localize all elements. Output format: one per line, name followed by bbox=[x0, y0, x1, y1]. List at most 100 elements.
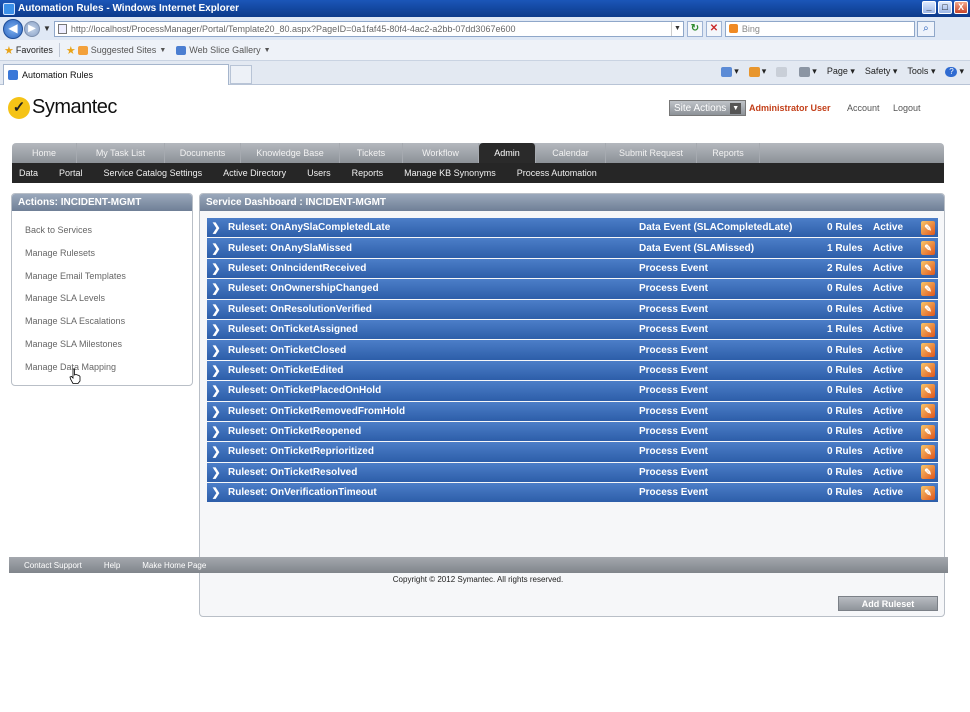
home-button[interactable]: ▾ bbox=[721, 66, 739, 77]
maximize-button[interactable]: □ bbox=[938, 1, 952, 14]
tools-menu[interactable]: Tools ▾ bbox=[907, 66, 935, 77]
edit-icon[interactable]: ✎ bbox=[921, 343, 935, 358]
tab-admin[interactable]: Admin bbox=[479, 143, 536, 163]
manage-sla-escalations-link[interactable]: Manage SLA Escalations bbox=[25, 310, 192, 333]
suggested-sites-link[interactable]: Suggested Sites ▼ bbox=[77, 45, 166, 55]
history-dropdown-icon[interactable]: ▼ bbox=[43, 24, 51, 33]
manage-sla-milestones-link[interactable]: Manage SLA Milestones bbox=[25, 333, 192, 356]
edit-icon[interactable]: ✎ bbox=[921, 485, 935, 500]
edit-icon[interactable]: ✎ bbox=[921, 404, 935, 419]
edit-icon[interactable]: ✎ bbox=[921, 241, 935, 256]
favorites-button[interactable]: Favorites bbox=[16, 45, 53, 55]
logout-link[interactable]: Logout bbox=[893, 103, 921, 113]
expand-chevron-icon[interactable]: ❯ bbox=[210, 445, 222, 458]
edit-icon[interactable]: ✎ bbox=[921, 363, 935, 378]
contact-support-link[interactable]: Contact Support bbox=[24, 561, 82, 570]
ruleset-row[interactable]: ❯ Ruleset: OnAnySlaMissed Data Event (SLAM… bbox=[207, 238, 938, 258]
subnav-data[interactable]: Data bbox=[19, 168, 38, 178]
account-link[interactable]: Account bbox=[847, 103, 880, 113]
web-slice-gallery-link[interactable]: Web Slice Gallery ▼ bbox=[176, 45, 271, 55]
ruleset-row[interactable]: ❯ Ruleset: OnTicketResolved Process Event 0… bbox=[207, 462, 938, 483]
safety-menu[interactable]: Safety ▾ bbox=[865, 66, 898, 77]
expand-chevron-icon[interactable]: ❯ bbox=[210, 323, 222, 336]
new-tab-button[interactable] bbox=[230, 65, 252, 84]
subnav-service-catalog-settings[interactable]: Service Catalog Settings bbox=[104, 168, 203, 178]
subnav-users[interactable]: Users bbox=[307, 168, 331, 178]
close-button[interactable]: X bbox=[954, 1, 968, 14]
tab-knowledge-base[interactable]: Knowledge Base bbox=[241, 143, 340, 163]
tab-reports[interactable]: Reports bbox=[697, 143, 760, 163]
expand-chevron-icon[interactable]: ❯ bbox=[210, 364, 222, 377]
subnav-active-directory[interactable]: Active Directory bbox=[223, 168, 286, 178]
tab-submit-request[interactable]: Submit Request bbox=[606, 143, 697, 163]
tab-home[interactable]: Home bbox=[12, 143, 77, 163]
page-menu[interactable]: Page ▾ bbox=[827, 66, 855, 77]
expand-chevron-icon[interactable]: ❯ bbox=[210, 242, 222, 255]
minimize-button[interactable]: _ bbox=[922, 1, 936, 14]
edit-icon[interactable]: ✎ bbox=[921, 302, 935, 317]
add-ruleset-button[interactable]: Add Ruleset bbox=[838, 596, 938, 611]
url-input[interactable]: http://localhost/ProcessManager/Portal/T… bbox=[53, 20, 684, 37]
ruleset-row[interactable]: ❯ Ruleset: OnOwnershipChanged Process Even… bbox=[207, 279, 938, 299]
help-menu[interactable]: ? ▾ bbox=[945, 66, 964, 77]
site-actions-button[interactable]: Site Actions ▼ bbox=[669, 100, 747, 116]
search-button[interactable]: ⌕ bbox=[916, 20, 935, 37]
ruleset-row[interactable]: ❯ Ruleset: OnTicketAssigned Process Event 1… bbox=[207, 319, 938, 340]
edit-icon[interactable]: ✎ bbox=[921, 322, 935, 337]
edit-icon[interactable]: ✎ bbox=[921, 261, 935, 276]
edit-icon[interactable]: ✎ bbox=[921, 444, 935, 459]
add-favorite-icon[interactable]: ★ bbox=[66, 44, 76, 57]
edit-icon[interactable]: ✎ bbox=[921, 465, 935, 480]
ruleset-row[interactable]: ❯ Ruleset: OnTicketRemovedFromHold Process… bbox=[207, 401, 938, 421]
print-button[interactable]: ▾ bbox=[799, 66, 817, 77]
subnav-process-automation[interactable]: Process Automation bbox=[517, 168, 597, 178]
edit-icon[interactable]: ✎ bbox=[921, 220, 935, 235]
expand-chevron-icon[interactable]: ❯ bbox=[210, 466, 222, 479]
expand-chevron-icon[interactable]: ❯ bbox=[210, 303, 222, 316]
ruleset-row[interactable]: ❯ Ruleset: OnTicketClosed Process Event 0 R… bbox=[207, 340, 938, 360]
tab-workflow[interactable]: Workflow bbox=[403, 143, 479, 163]
expand-chevron-icon[interactable]: ❯ bbox=[210, 344, 222, 357]
expand-chevron-icon[interactable]: ❯ bbox=[210, 282, 222, 295]
edit-icon[interactable]: ✎ bbox=[921, 281, 935, 296]
tab-tickets[interactable]: Tickets bbox=[340, 143, 403, 163]
forward-button[interactable]: ▶ bbox=[24, 20, 40, 37]
manage-data-mapping-link[interactable]: Manage Data Mapping bbox=[25, 356, 192, 379]
subnav-portal[interactable]: Portal bbox=[59, 168, 83, 178]
manage-sla-levels-link[interactable]: Manage SLA Levels bbox=[25, 287, 192, 310]
manage-rulesets-link[interactable]: Manage Rulesets bbox=[25, 242, 192, 265]
search-input[interactable]: Bing bbox=[724, 20, 915, 37]
edit-icon[interactable]: ✎ bbox=[921, 383, 935, 398]
subnav-reports[interactable]: Reports bbox=[352, 168, 384, 178]
expand-chevron-icon[interactable]: ❯ bbox=[210, 262, 222, 275]
make-home-page-link[interactable]: Make Home Page bbox=[142, 561, 206, 570]
ruleset-row[interactable]: ❯ Ruleset: OnTicketEdited Process Event 0 R… bbox=[207, 360, 938, 381]
manage-email-templates-link[interactable]: Manage Email Templates bbox=[25, 265, 192, 288]
stop-button[interactable]: ✕ bbox=[705, 20, 722, 37]
ruleset-row[interactable]: ❯ Ruleset: OnIncidentReceived Process Even… bbox=[207, 258, 938, 279]
expand-chevron-icon[interactable]: ❯ bbox=[210, 405, 222, 418]
feeds-button[interactable]: ▾ bbox=[748, 66, 766, 77]
back-to-services-link[interactable]: Back to Services bbox=[25, 219, 192, 242]
current-user[interactable]: Administrator User bbox=[749, 103, 831, 113]
expand-chevron-icon[interactable]: ❯ bbox=[210, 486, 222, 499]
ruleset-row[interactable]: ❯ Ruleset: OnVerificationTimeout Process E… bbox=[207, 483, 938, 503]
url-dropdown-icon[interactable]: ▼ bbox=[670, 21, 683, 36]
back-button[interactable]: ◀ bbox=[3, 18, 23, 39]
ruleset-row[interactable]: ❯ Ruleset: OnAnySlaCompletedLate Data Even… bbox=[207, 218, 938, 238]
mail-button[interactable] bbox=[776, 66, 789, 77]
tab-documents[interactable]: Documents bbox=[165, 143, 241, 163]
ruleset-row[interactable]: ❯ Ruleset: OnTicketPlacedOnHold Process Ev… bbox=[207, 381, 938, 401]
edit-icon[interactable]: ✎ bbox=[921, 424, 935, 439]
expand-chevron-icon[interactable]: ❯ bbox=[210, 425, 222, 438]
ruleset-row[interactable]: ❯ Ruleset: OnTicketReprioritized Process E… bbox=[207, 442, 938, 462]
tab-my-task-list[interactable]: My Task List bbox=[77, 143, 165, 163]
subnav-manage-kb-synonyms[interactable]: Manage KB Synonyms bbox=[404, 168, 496, 178]
browser-tab[interactable]: Automation Rules bbox=[3, 64, 229, 85]
expand-chevron-icon[interactable]: ❯ bbox=[210, 384, 222, 397]
help-link[interactable]: Help bbox=[104, 561, 120, 570]
ruleset-row[interactable]: ❯ Ruleset: OnTicketReopened Process Event 0… bbox=[207, 421, 938, 442]
expand-chevron-icon[interactable]: ❯ bbox=[210, 221, 222, 234]
tab-calendar[interactable]: Calendar bbox=[536, 143, 606, 163]
refresh-button[interactable]: ↻ bbox=[686, 20, 703, 37]
